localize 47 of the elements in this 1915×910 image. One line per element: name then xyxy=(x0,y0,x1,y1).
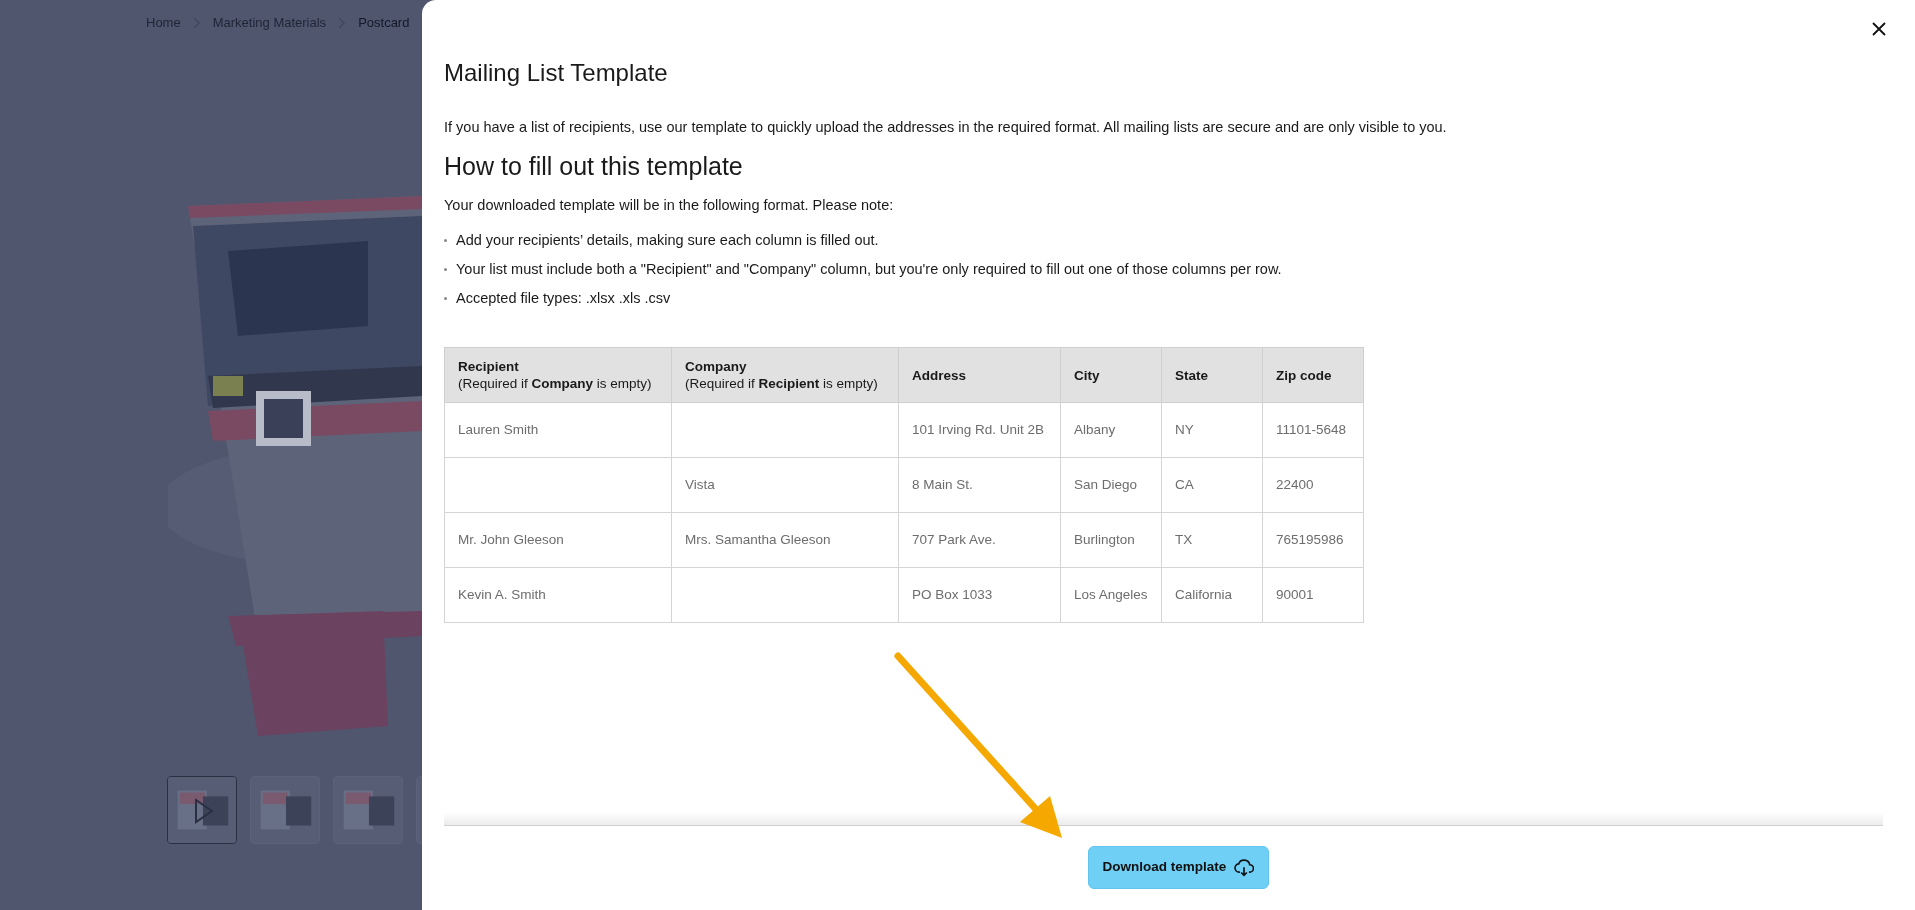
table-cell: Albany xyxy=(1060,402,1162,458)
intro-text: If you have a list of recipients, use our template to quickly upload the addresses in the required format. All mailing lists are secure and are only visible to you. xyxy=(444,118,1448,136)
table-cell: Los Angeles xyxy=(1060,567,1162,623)
column-header: City xyxy=(1060,347,1162,403)
table-cell: 765195986 xyxy=(1262,512,1364,568)
bullet-text: Add your recipients’ details, making sure each column is filled out. xyxy=(456,231,879,249)
column-header: State xyxy=(1161,347,1263,403)
table-cell: 22400 xyxy=(1262,457,1364,513)
table-cell: 101 Irving Rd. Unit 2B xyxy=(898,402,1061,458)
table-cell: California xyxy=(1161,567,1263,623)
table-cell: 707 Park Ave. xyxy=(898,512,1061,568)
table-cell: San Diego xyxy=(1060,457,1162,513)
bullet-text: Your list must include both a "Recipient" and "Company" column, but you're only required to fill out one of those columns per row. xyxy=(456,260,1282,278)
download-template-button[interactable]: Download template xyxy=(1087,846,1270,889)
table-cell: PO Box 1033 xyxy=(898,567,1061,623)
bullet-text: Accepted file types: .xlsx .xls .csv xyxy=(456,289,671,307)
table-cell: NY xyxy=(1161,402,1263,458)
table-cell: 8 Main St. xyxy=(898,457,1061,513)
column-header: Company (Required if Recipient is empty) xyxy=(671,347,899,403)
table-cell: TX xyxy=(1161,512,1263,568)
cloud-download-icon xyxy=(1234,858,1255,877)
play-icon xyxy=(194,798,214,824)
breadcrumb-link[interactable]: Marketing Materials xyxy=(212,12,327,33)
bullet-icon xyxy=(444,238,447,242)
thumbnail[interactable] xyxy=(250,776,320,844)
table-cell: Lauren Smith xyxy=(444,402,672,458)
table-cell: Kevin A. Smith xyxy=(444,567,672,623)
breadcrumb-link[interactable]: Home xyxy=(146,12,181,33)
table-cell: 90001 xyxy=(1262,567,1364,623)
column-header: Address xyxy=(898,347,1061,403)
table-cell: CA xyxy=(1161,457,1263,513)
column-header: Zip code xyxy=(1262,347,1364,403)
bullet-icon xyxy=(444,267,447,271)
table-cell: Burlington xyxy=(1060,512,1162,568)
table-cell: Mrs. Samantha Gleeson xyxy=(671,512,899,568)
breadcrumb-link[interactable]: Postcard xyxy=(358,12,410,33)
modal-title: Mailing List Template xyxy=(444,58,669,88)
close-icon xyxy=(1872,22,1886,36)
thumbnail[interactable] xyxy=(167,776,237,844)
table-cell: Mr. John Gleeson xyxy=(444,512,672,568)
table-cell: Vista xyxy=(671,457,899,513)
table-cell: 11101-5648 xyxy=(1262,402,1364,458)
section-heading: How to fill out this template xyxy=(444,151,744,182)
thumbnail[interactable] xyxy=(333,776,403,844)
bullet-icon xyxy=(444,296,447,300)
note-text: Your downloaded template will be in the following format. Please note: xyxy=(444,196,895,214)
column-header: Recipient (Required if Company is empty) xyxy=(444,347,672,403)
